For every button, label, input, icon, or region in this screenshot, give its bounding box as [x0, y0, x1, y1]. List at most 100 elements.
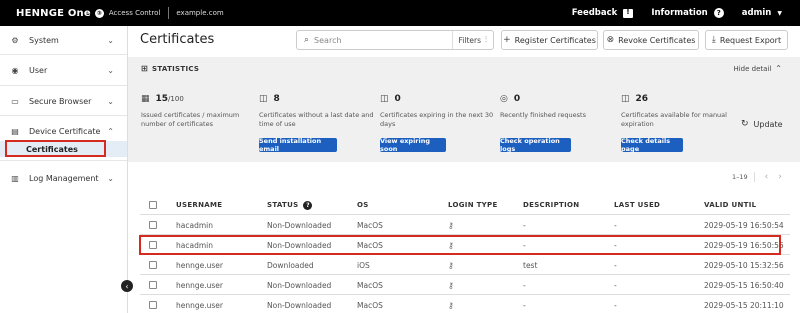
column-last-used[interactable]: LAST USED [614, 195, 660, 215]
divider [0, 160, 127, 161]
top-bar: HENNGE One ③ Access Control example.com … [0, 0, 800, 26]
column-status[interactable]: STATUS ? [267, 195, 313, 215]
stat-finished-requests: ◎ 0 Recently finished requests [500, 94, 618, 120]
table-row[interactable]: hacadmin Non-Downloaded MacOS ⚷ - - 2029… [140, 215, 790, 235]
chevron-down-icon: ⌄ [107, 96, 114, 106]
filters-button[interactable]: Filters ⫶ [451, 31, 493, 49]
collapse-sidebar-button[interactable]: ‹ [121, 280, 133, 292]
feedback-button[interactable]: Feedback [572, 8, 634, 18]
close-circle-icon: ⊗ [606, 35, 615, 45]
cell-last-used: - [614, 280, 617, 290]
sidebar-item-log-management[interactable]: ▥ Log Management ⌄ [0, 169, 127, 187]
cell-os: MacOS [357, 220, 383, 230]
sidebar-item-device-certificate[interactable]: ▤ Device Certificate ⌃ [0, 122, 127, 140]
sidebar-item-user[interactable]: ◉ User ⌄ [0, 61, 127, 79]
cell-os: MacOS [357, 300, 383, 310]
row-checkbox[interactable] [149, 221, 157, 229]
request-export-button[interactable]: ⤓ Request Export [705, 30, 788, 50]
help-icon[interactable]: ? [303, 200, 313, 210]
cell-description: - [523, 240, 526, 250]
information-button[interactable]: Information ? [651, 8, 724, 18]
table-row[interactable]: hennge.user Non-Downloaded MacOS ⚷ - - 2… [140, 275, 790, 295]
search-input[interactable] [314, 35, 437, 45]
divider [168, 7, 170, 19]
brand[interactable]: HENNGE One ③ Access Control [16, 8, 160, 19]
refresh-icon: ↻ [741, 119, 749, 129]
gear-icon: ⚙ [11, 35, 19, 45]
row-checkbox[interactable] [149, 301, 157, 309]
chevron-up-icon: ⌃ [107, 126, 114, 136]
stat-value: 8 [273, 94, 280, 104]
row-checkbox[interactable] [149, 241, 157, 249]
row-checkbox[interactable] [149, 281, 157, 289]
column-login-type[interactable]: LOGIN TYPE [448, 195, 498, 215]
stat-description: Certificates available for manual expira… [621, 111, 727, 128]
brand-logo-icon: ③ [94, 8, 104, 18]
cell-last-used: - [614, 260, 617, 270]
check-details-page-button[interactable]: Check details page [621, 137, 683, 153]
cell-os: MacOS [357, 280, 383, 290]
row-checkbox[interactable] [149, 261, 157, 269]
view-expiring-soon-button[interactable]: View expiring soon [380, 137, 446, 153]
prev-page-button[interactable]: ‹ [765, 172, 769, 182]
cell-description: - [523, 220, 526, 230]
table-row[interactable]: hennge.user Non-Downloaded MacOS ⚷ - - 2… [140, 295, 790, 313]
stat-value: 15 [155, 94, 169, 104]
register-certificates-button[interactable]: + Register Certificates [501, 30, 598, 50]
update-button[interactable]: ↻ Update [741, 119, 783, 129]
certificate-clock-icon: ◫ [259, 94, 268, 104]
check-circle-icon: ◎ [500, 94, 508, 104]
download-icon: ⤓ [711, 35, 716, 45]
stat-description: Certificates without a last date and tim… [259, 111, 374, 128]
revoke-certificates-button[interactable]: ⊗ Revoke Certificates [603, 30, 699, 50]
column-os[interactable]: OS [357, 195, 369, 215]
sidebar-item-label: Device Certificate [29, 126, 101, 136]
statistics-title-label: STATISTICS [152, 64, 200, 73]
caret-down-icon: ▼ [777, 9, 782, 17]
user-key-icon: ⚷ [448, 260, 454, 270]
cell-status: Non-Downloaded [267, 280, 332, 290]
table-row[interactable]: hennge.user Downloaded iOS ⚷ test - 2029… [140, 255, 790, 275]
feedback-label: Feedback [571, 8, 618, 18]
chevron-down-icon: ⌄ [107, 173, 114, 183]
cell-valid-until: 2029-05-19 16:50:56 [704, 240, 784, 250]
stat-value: 26 [635, 94, 649, 104]
sidebar-item-label: Secure Browser [29, 96, 92, 106]
cell-status: Downloaded [267, 260, 314, 270]
user-icon: ◉ [11, 65, 19, 75]
cell-valid-until: 2029-05-15 20:11:10 [704, 300, 784, 310]
column-username[interactable]: USERNAME [176, 195, 222, 215]
cell-os: iOS [357, 260, 370, 270]
column-status-label: STATUS [267, 201, 299, 209]
statistics-title: ⊞ STATISTICS [141, 64, 199, 73]
sidebar-item-secure-browser[interactable]: ▭ Secure Browser ⌄ [0, 92, 127, 110]
select-all-checkbox[interactable] [149, 201, 157, 209]
sidebar-subitem-certificates[interactable]: Certificates [0, 141, 127, 157]
cell-status: Non-Downloaded [267, 220, 332, 230]
sidebar-item-system[interactable]: ⚙ System ⌄ [0, 31, 127, 49]
cell-username: hennge.user [176, 280, 223, 290]
stat-manual-expiration: ◫ 26 Certificates available for manual e… [621, 94, 739, 129]
send-installation-email-button[interactable]: Send installation email [259, 137, 337, 153]
pagination: 1–19 ‹ › [732, 172, 782, 182]
check-operation-logs-button[interactable]: Check operation logs [500, 137, 571, 153]
cell-status: Non-Downloaded [267, 240, 332, 250]
search-box: ⌕ Filters ⫶ [296, 30, 494, 50]
stat-unused: ◫ 8 Certificates without a last date and… [259, 94, 377, 129]
search-icon: ⌕ [304, 35, 310, 45]
stat-description: Issued certificates / maximum number of … [141, 111, 240, 128]
cell-valid-until: 2029-05-15 16:50:40 [704, 280, 784, 290]
cell-status: Non-Downloaded [267, 300, 332, 310]
next-page-button[interactable]: › [778, 172, 782, 182]
column-valid-until[interactable]: VALID UNTIL [704, 195, 756, 215]
hide-detail-toggle[interactable]: Hide detail ⌃ [733, 64, 782, 73]
cell-valid-until: 2029-05-10 15:32:56 [704, 260, 784, 270]
update-label: Update [753, 119, 783, 129]
browser-icon: ▭ [11, 96, 19, 106]
table-row[interactable]: hacadmin Non-Downloaded MacOS ⚷ - - 2029… [140, 235, 790, 255]
hide-detail-label: Hide detail [733, 64, 772, 73]
column-description[interactable]: DESCRIPTION [523, 195, 579, 215]
user-menu[interactable]: admin ▼ [742, 8, 782, 18]
cell-username: hennge.user [176, 300, 223, 310]
brand-name: HENNGE One [16, 7, 91, 19]
